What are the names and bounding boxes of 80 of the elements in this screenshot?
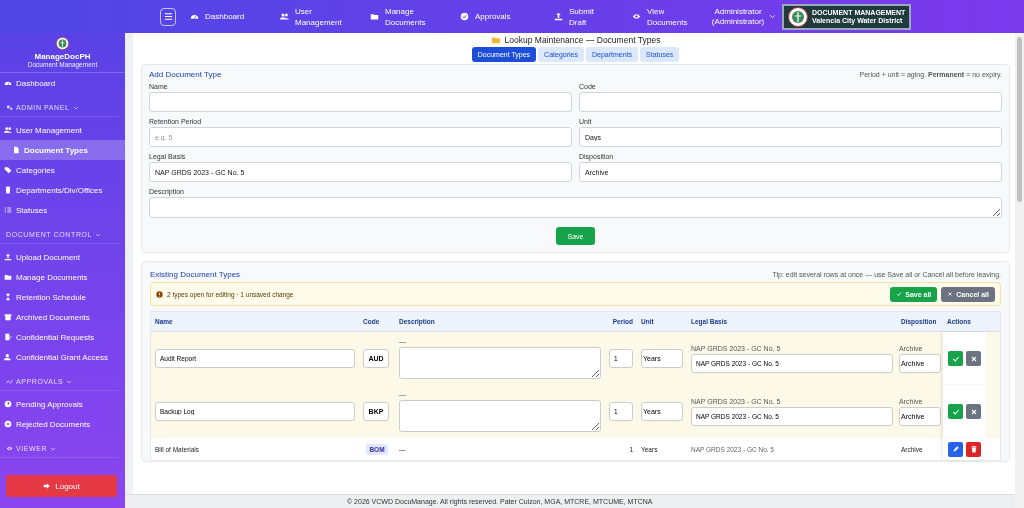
file-edit-icon [4,333,12,341]
clock-icon [4,400,12,408]
eye-icon [6,445,13,452]
scrollbar-thumb[interactable] [1017,37,1022,202]
upload-icon [4,253,12,261]
caret-icon [95,231,102,238]
sidebar-item[interactable]: Confidential Grant Access [0,347,125,367]
text-area[interactable] [149,197,1002,218]
document-icon [12,146,20,154]
page-title: Lookup Maintenance — Document Types [504,35,661,45]
text-area[interactable] [399,347,601,379]
caret-icon [769,13,776,20]
user-icon [4,353,12,361]
sidebar-item[interactable]: Archived Documents [0,307,125,327]
sidebar-item[interactable]: Departments/Div/Offices [0,180,125,200]
caret-icon [50,445,57,452]
sidebar-item[interactable]: User Management [0,120,125,140]
sidebar-item[interactable]: Manage Documents [0,267,125,287]
archive-icon [4,313,12,321]
folder-icon [370,12,379,21]
check-icon [896,291,903,297]
pencil-icon [951,445,960,453]
folder-icon [4,273,12,281]
tag-icon [4,166,12,174]
logo-icon [56,37,69,50]
check-icon [951,354,960,363]
user-menu[interactable]: Administrator (Administrator) [709,6,767,27]
trash-icon [969,445,978,453]
nav-link[interactable]: Dashboard [190,11,258,22]
sidebar-item[interactable]: Upload Document [0,247,125,267]
sidebar-item[interactable]: Categories [0,160,125,180]
sidebar-item[interactable]: Dashboard [0,73,125,93]
logout-button[interactable]: Logout [6,475,117,497]
caret-icon [72,104,79,111]
hourglass-icon [4,293,12,301]
confirm-button[interactable] [948,404,963,419]
building-icon [4,186,12,194]
scrollbar[interactable] [1015,33,1024,508]
logo-icon [788,6,808,27]
nav-link[interactable]: View Documents [632,5,687,28]
confirm-button[interactable] [948,351,963,366]
section-title: Existing Document Types [150,270,241,279]
upload-icon [554,12,563,21]
cancel-button[interactable] [966,351,981,366]
input-field[interactable] [579,92,1002,112]
sidebar-item[interactable]: Retention Schedule [0,287,125,307]
app-name: ManageDocPH [34,52,91,61]
gauge-icon [190,12,199,21]
nav-link[interactable]: Approvals [460,11,532,22]
sidebar-item[interactable]: Document Types [0,140,125,160]
section-title: Add Document Type [149,70,222,79]
close-icon [969,407,978,416]
folder-icon [490,35,501,45]
eye-icon [632,12,641,21]
close-icon [947,291,954,297]
cancel-button[interactable] [966,404,981,419]
sidebar-item[interactable]: Statuses [0,200,125,220]
nav-link[interactable]: User Management [280,5,348,28]
menu-icon [162,11,174,22]
sidebar-item[interactable]: Pending Approvals [0,394,125,414]
close-icon [969,354,978,363]
nav-link[interactable]: Manage Documents [370,5,438,28]
menu-button[interactable] [160,7,176,26]
check-circle-icon [460,12,469,21]
delete-button[interactable] [966,441,981,457]
nav-link[interactable]: Submit Draft [554,5,610,28]
warning-icon [156,290,163,298]
users-icon [4,126,12,134]
gauge-icon [4,79,12,87]
users-icon [280,12,289,21]
edit-button[interactable] [948,441,963,457]
caret-icon [66,378,73,385]
list-icon [4,206,12,214]
input-field[interactable] [149,92,572,112]
sidebar-item[interactable]: Rejected Documents [0,414,125,434]
check-icon [951,407,960,416]
text-area[interactable] [399,400,601,432]
sign-out-icon [43,482,52,490]
x-circle-icon [4,420,12,428]
sidebar-item[interactable]: Confidential Requests [0,327,125,347]
